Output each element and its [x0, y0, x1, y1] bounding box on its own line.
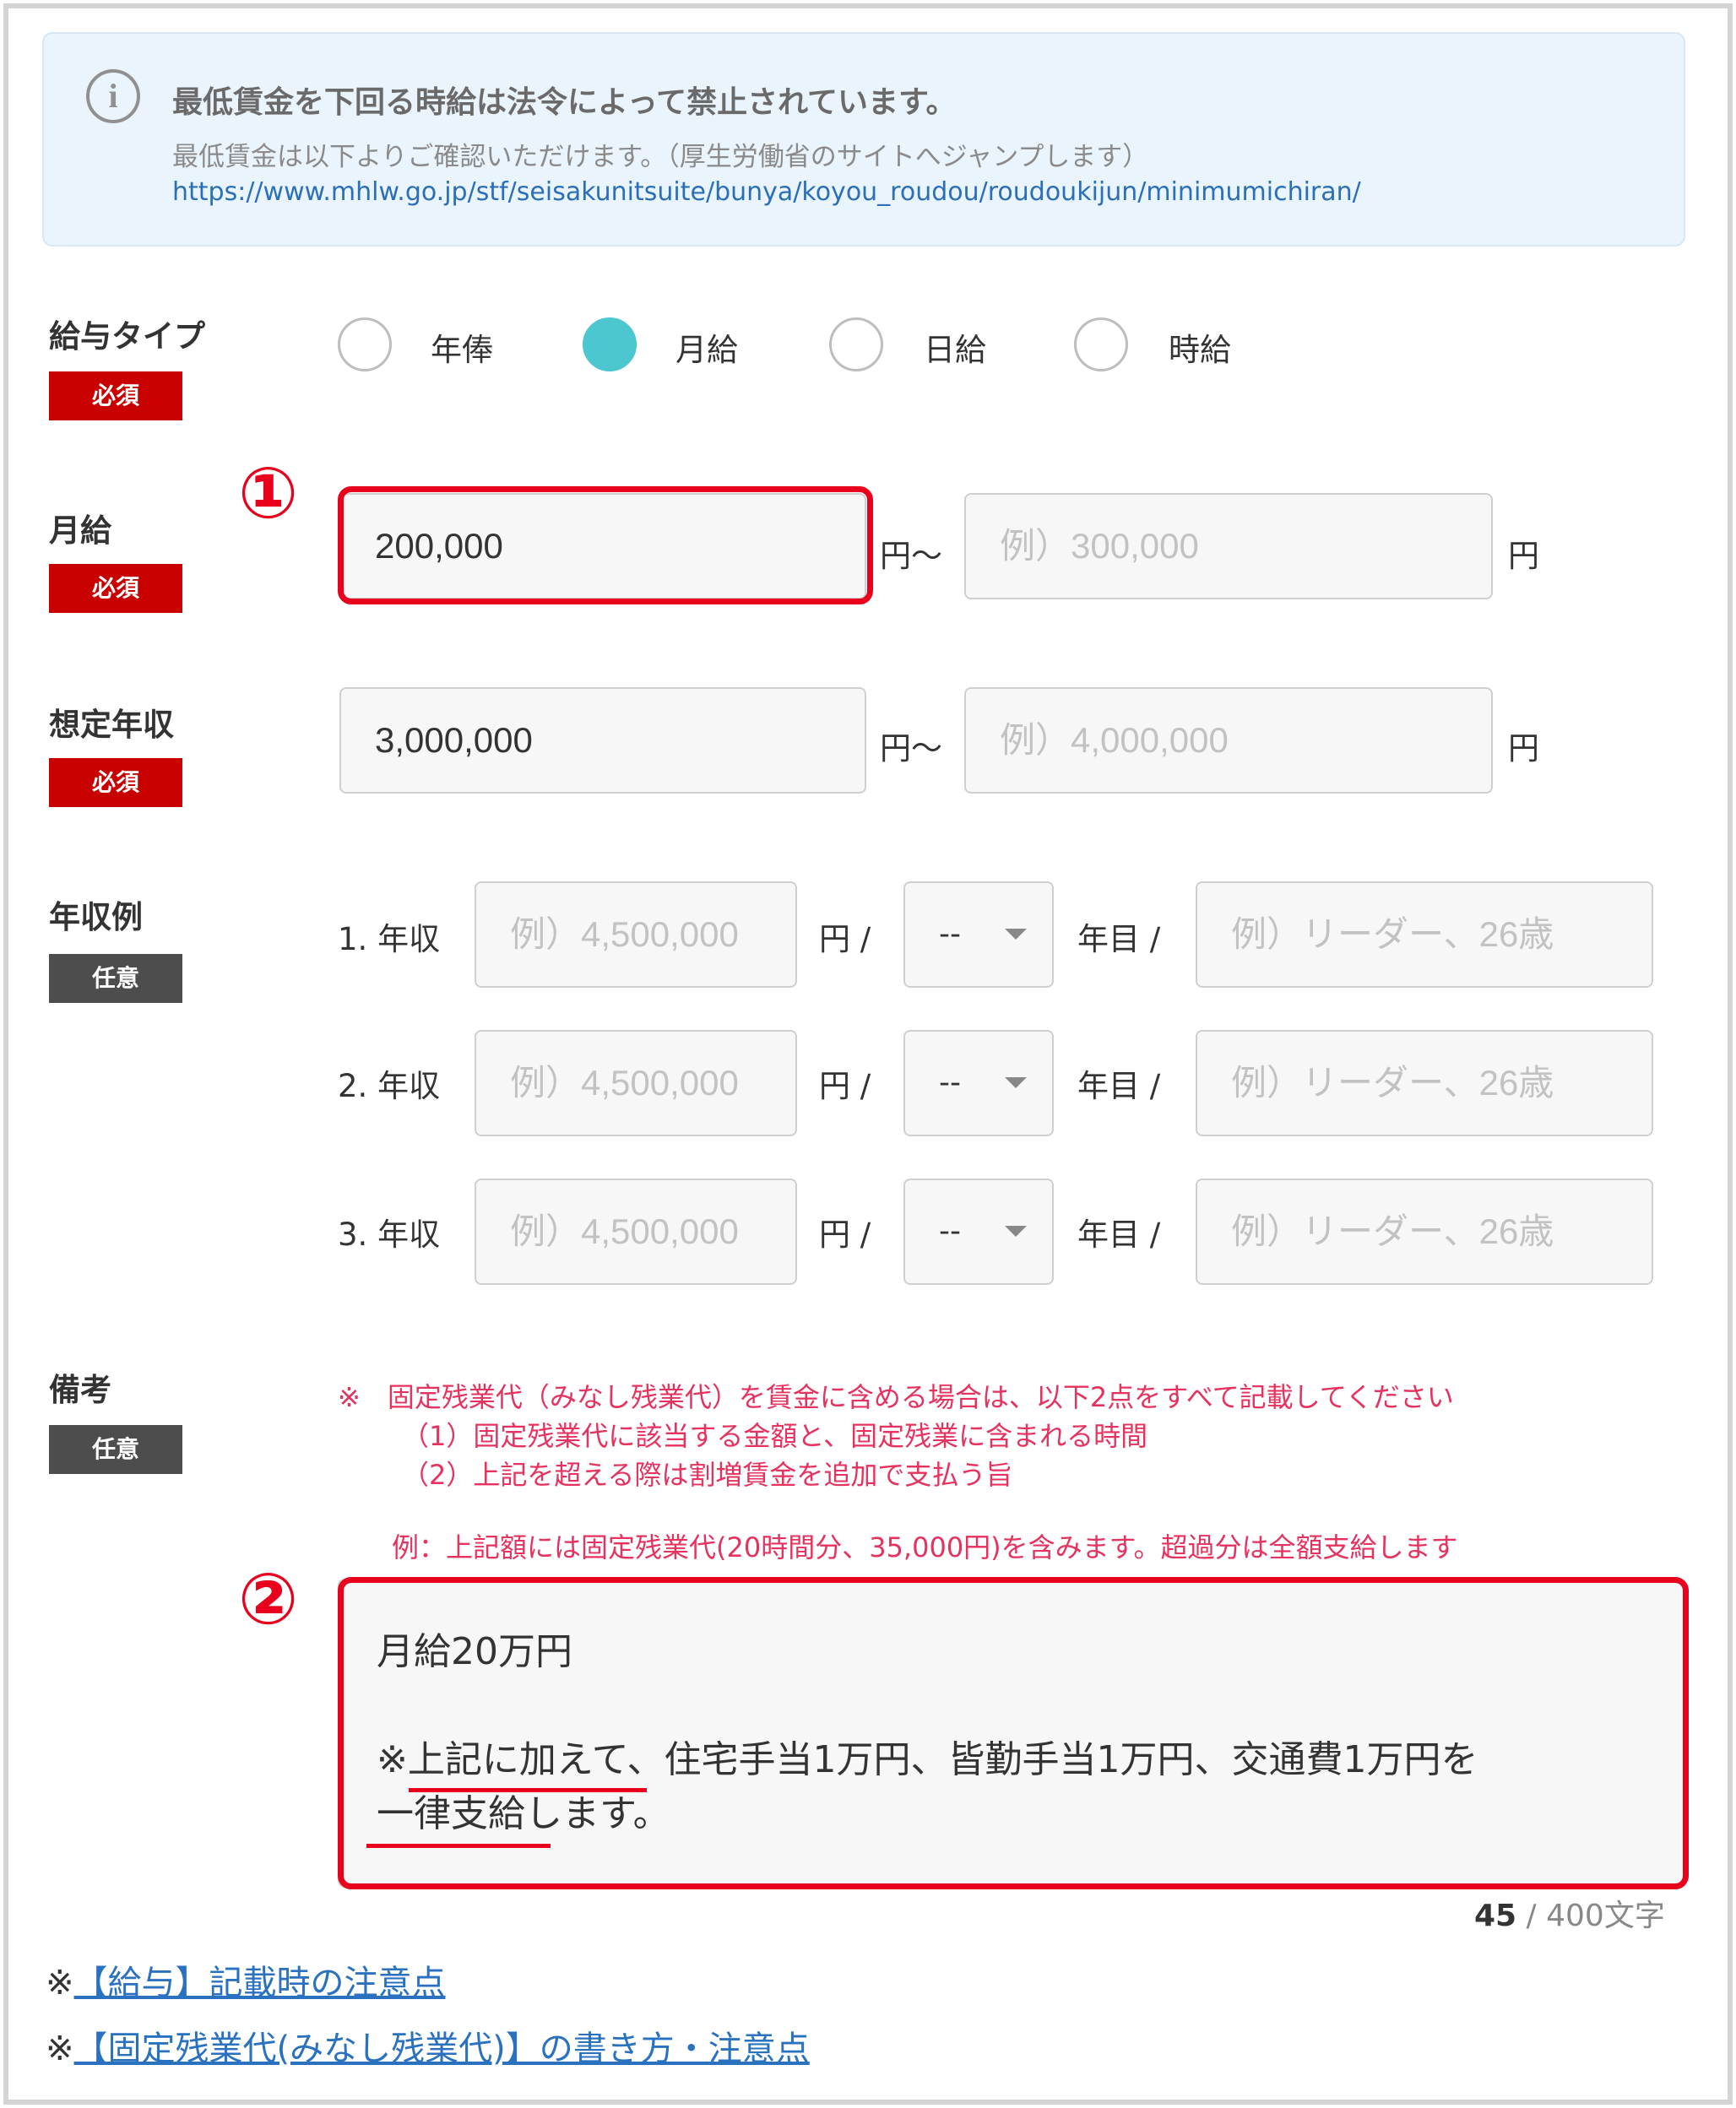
- footer-prefix: ※: [46, 1964, 74, 2002]
- notice-title: 最低賃金を下回る時給は法令によって禁止されています。: [172, 85, 957, 120]
- year-select-value: --: [939, 1065, 961, 1100]
- year-select[interactable]: --: [903, 1179, 1054, 1285]
- example-amount-input[interactable]: 例）4,500,000: [475, 881, 797, 988]
- yen-unit: 円 /: [819, 921, 871, 957]
- example-row-label: 1. 年収: [338, 921, 441, 957]
- radio-label-daily[interactable]: 日給: [924, 324, 986, 370]
- required-badge: 必須: [49, 564, 182, 613]
- monthly-salary-label: 月給: [49, 512, 111, 549]
- monthly-max-input[interactable]: 例）300,000: [964, 493, 1493, 599]
- chevron-down-icon: [1005, 1226, 1027, 1237]
- year-select[interactable]: --: [903, 1030, 1054, 1136]
- required-badge: 必須: [49, 758, 182, 807]
- radio-monthly-salary[interactable]: [583, 317, 637, 371]
- annual-max-input[interactable]: 例）4,000,000: [964, 687, 1493, 794]
- year-select[interactable]: --: [903, 881, 1054, 988]
- annual-income-label: 想定年収: [49, 707, 174, 743]
- remarks-note: （2）上記を超える際は割増賃金を追加で支払う旨: [402, 1459, 1013, 1491]
- marker-1: ①: [238, 452, 299, 534]
- radio-label-hourly[interactable]: 時給: [1169, 324, 1231, 370]
- optional-badge: 任意: [49, 1425, 182, 1474]
- minimum-wage-link[interactable]: https://www.mhlw.go.jp/stf/seisakunitsui…: [172, 177, 1361, 207]
- character-limit: / 400文字: [1516, 1899, 1665, 1933]
- year-select-value: --: [939, 1214, 961, 1249]
- fixed-overtime-link[interactable]: 【固定残業代(みなし残業代)】の書き方・注意点: [74, 2029, 810, 2068]
- radio-annual-salary[interactable]: [338, 317, 392, 371]
- radio-label-monthly[interactable]: 月給: [675, 324, 738, 370]
- example-amount-input[interactable]: 例）4,500,000: [475, 1179, 797, 1285]
- notice-text: 最低賃金は以下よりご確認いただけます。（厚生労働省のサイトへジャンプします）: [172, 142, 1149, 172]
- chevron-down-icon: [1005, 929, 1027, 940]
- character-count: 45: [1474, 1899, 1517, 1933]
- example-row-label: 2. 年収: [338, 1068, 441, 1104]
- character-counter: 45 / 400文字: [1474, 1891, 1665, 1935]
- range-separator: 円〜: [880, 538, 942, 574]
- remarks-note: （1）固定残業代に該当する金額と、固定残業に含まれる時間: [402, 1420, 1148, 1452]
- footer-link-row: ※【固定残業代(みなし残業代)】の書き方・注意点: [46, 2021, 810, 2070]
- range-separator: 円〜: [880, 730, 942, 767]
- yen-unit: 円 /: [819, 1068, 871, 1104]
- highlight-box-1: [338, 486, 873, 604]
- salary-notes-link[interactable]: 【給与】記載時の注意点: [74, 1964, 446, 2002]
- radio-hourly-salary[interactable]: [1074, 317, 1128, 371]
- year-unit: 年目 /: [1077, 1068, 1161, 1104]
- radio-label-annual[interactable]: 年俸: [431, 324, 493, 370]
- yen-unit: 円 /: [819, 1217, 871, 1253]
- info-icon: i: [86, 69, 140, 123]
- remarks-label: 備考: [49, 1372, 111, 1408]
- footer-link-row: ※【給与】記載時の注意点: [46, 1955, 446, 2004]
- optional-badge: 任意: [49, 954, 182, 1003]
- example-note-input[interactable]: 例）リーダー、26歳: [1196, 1030, 1653, 1136]
- income-examples-label: 年収例: [49, 899, 143, 935]
- minimum-wage-notice: i 最低賃金を下回る時給は法令によって禁止されています。 最低賃金は以下よりご確…: [42, 32, 1685, 247]
- remarks-example: 例：上記額には固定残業代(20時間分、35,000円)を含みます。超過分は全額支…: [392, 1531, 1458, 1563]
- year-select-value: --: [939, 917, 961, 951]
- yen-unit: 円: [1508, 538, 1539, 574]
- highlight-box-2: [338, 1577, 1689, 1889]
- year-unit: 年目 /: [1077, 921, 1161, 957]
- salary-type-label: 給与タイプ: [49, 318, 205, 355]
- chevron-down-icon: [1005, 1077, 1027, 1088]
- footer-prefix: ※: [46, 2029, 74, 2068]
- example-note-input[interactable]: 例）リーダー、26歳: [1196, 1179, 1653, 1285]
- year-unit: 年目 /: [1077, 1217, 1161, 1253]
- remarks-note: ※ 固定残業代（みなし残業代）を賃金に含める場合は、以下2点をすべて記載してくだ…: [338, 1381, 1454, 1413]
- yen-unit: 円: [1508, 730, 1539, 767]
- annual-min-input[interactable]: 3,000,000: [339, 687, 866, 794]
- example-row-label: 3. 年収: [338, 1217, 441, 1253]
- required-badge: 必須: [49, 371, 182, 420]
- marker-2: ②: [238, 1558, 299, 1640]
- radio-daily-salary[interactable]: [829, 317, 883, 371]
- example-amount-input[interactable]: 例）4,500,000: [475, 1030, 797, 1136]
- example-note-input[interactable]: 例）リーダー、26歳: [1196, 881, 1653, 988]
